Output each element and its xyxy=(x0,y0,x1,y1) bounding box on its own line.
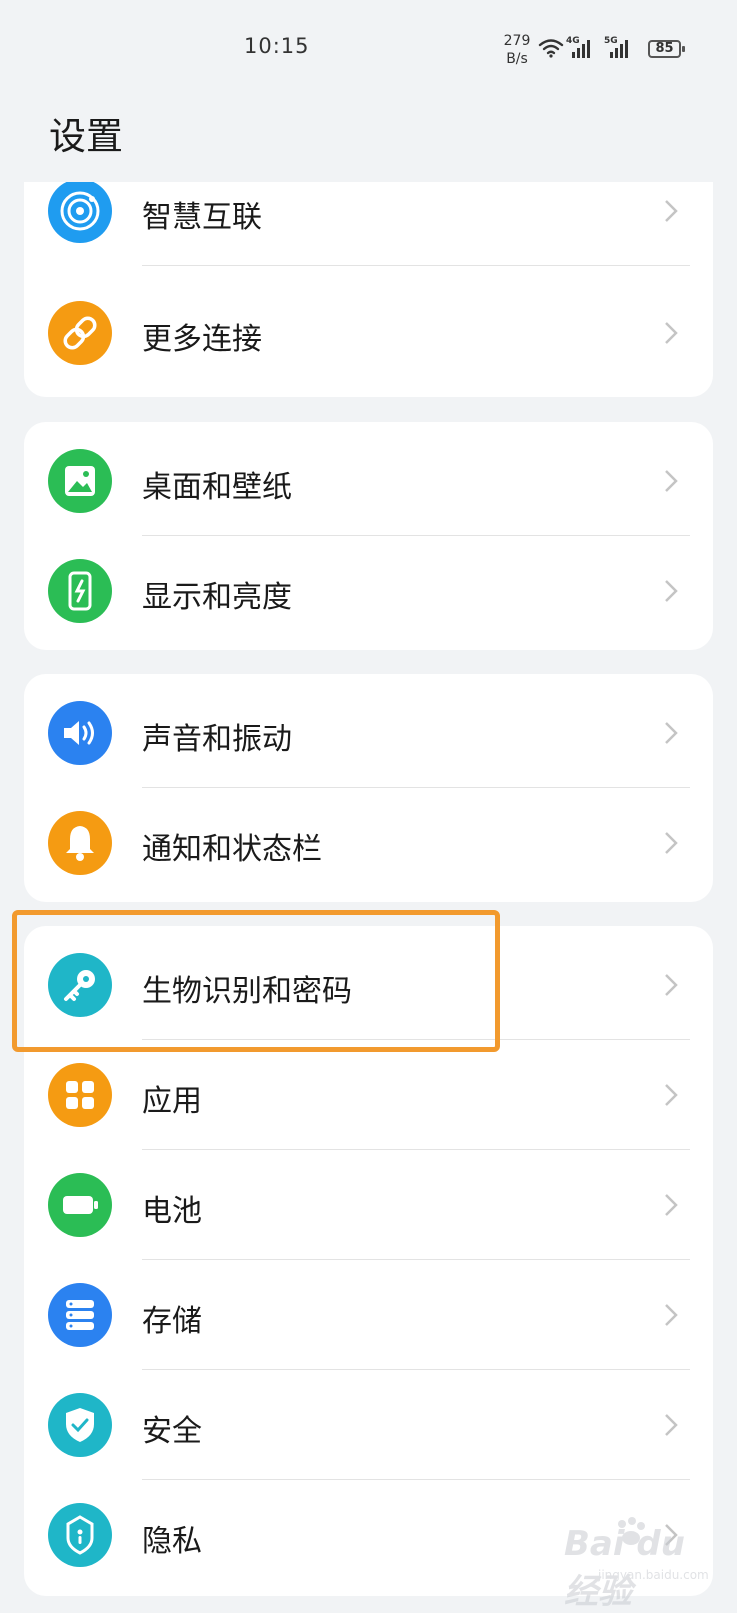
cellular-signal-1-icon: 4G xyxy=(566,36,592,64)
watermark: Bai du 经验 jingyan.baidu.com xyxy=(540,1510,730,1612)
settings-item-label: 显示和亮度 xyxy=(142,580,292,615)
bell-icon xyxy=(48,811,112,875)
settings-group-connectivity: 智慧互联 更多连接 xyxy=(24,182,713,397)
chevron-right-icon xyxy=(665,470,678,492)
settings-item-storage[interactable]: 存储 xyxy=(24,1260,713,1370)
settings-item-smart-connect[interactable]: 智慧互联 xyxy=(24,182,713,266)
battery-icon xyxy=(48,1173,112,1237)
settings-item-label: 存储 xyxy=(142,1304,202,1339)
settings-item-label: 桌面和壁纸 xyxy=(142,470,292,505)
privacy-lock-icon xyxy=(48,1503,112,1567)
settings-item-label: 电池 xyxy=(142,1194,202,1229)
chevron-right-icon xyxy=(665,832,678,854)
settings-item-label: 安全 xyxy=(142,1414,202,1449)
status-time: 10:15 xyxy=(244,34,310,58)
settings-item-label: 隐私 xyxy=(142,1524,202,1559)
display-icon xyxy=(48,559,112,623)
chevron-right-icon xyxy=(665,322,678,344)
signal-1-label: 4G xyxy=(566,36,580,46)
settings-item-home-wallpaper[interactable]: 桌面和壁纸 xyxy=(24,426,713,536)
chevron-right-icon xyxy=(665,1084,678,1106)
highlight-box xyxy=(12,910,500,1052)
chevron-right-icon xyxy=(665,200,678,222)
storage-icon xyxy=(48,1283,112,1347)
settings-item-label: 通知和状态栏 xyxy=(142,832,322,867)
speaker-icon xyxy=(48,701,112,765)
signal-2-label: 5G xyxy=(604,36,618,46)
apps-icon xyxy=(48,1063,112,1127)
settings-item-label: 智慧互联 xyxy=(142,200,262,235)
settings-item-label: 更多连接 xyxy=(142,322,262,357)
wallpaper-icon xyxy=(48,449,112,513)
status-bar: 10:15 279 B/s 4G 5G 85 xyxy=(0,0,737,100)
link-icon xyxy=(48,301,112,365)
page-title: 设置 xyxy=(49,115,123,158)
hyperlink-icon xyxy=(48,182,112,243)
watermark-site: jingyan.baidu.com xyxy=(598,1568,709,1582)
settings-group-sound-notifications: 声音和振动 通知和状态栏 xyxy=(24,674,713,902)
battery-status-icon: 85 xyxy=(648,40,685,58)
network-speed-unit: B/s xyxy=(506,51,528,67)
cellular-signal-2-icon: 5G xyxy=(604,36,630,64)
divider xyxy=(142,265,690,266)
settings-item-security[interactable]: 安全 xyxy=(24,1370,713,1480)
settings-group-display: 桌面和壁纸 显示和亮度 xyxy=(24,422,713,650)
settings-item-sound-vibration[interactable]: 声音和振动 xyxy=(24,678,713,788)
settings-item-battery[interactable]: 电池 xyxy=(24,1150,713,1260)
chevron-right-icon xyxy=(665,580,678,602)
network-speed: 279 B/s xyxy=(497,32,537,68)
chevron-right-icon xyxy=(665,974,678,996)
settings-item-label: 声音和振动 xyxy=(142,722,292,757)
settings-item-notifications-status-bar[interactable]: 通知和状态栏 xyxy=(24,788,713,898)
settings-item-label: 应用 xyxy=(142,1084,202,1119)
chevron-right-icon xyxy=(665,722,678,744)
chevron-right-icon xyxy=(665,1414,678,1436)
settings-item-display-brightness[interactable]: 显示和亮度 xyxy=(24,536,713,646)
battery-level: 85 xyxy=(655,41,674,56)
network-speed-value: 279 xyxy=(503,33,531,49)
settings-item-more-connections[interactable]: 更多连接 xyxy=(24,278,713,388)
chevron-right-icon xyxy=(665,1304,678,1326)
settings-item-apps[interactable]: 应用 xyxy=(24,1040,713,1150)
chevron-right-icon xyxy=(665,1194,678,1216)
shield-icon xyxy=(48,1393,112,1457)
wifi-icon xyxy=(538,39,564,58)
